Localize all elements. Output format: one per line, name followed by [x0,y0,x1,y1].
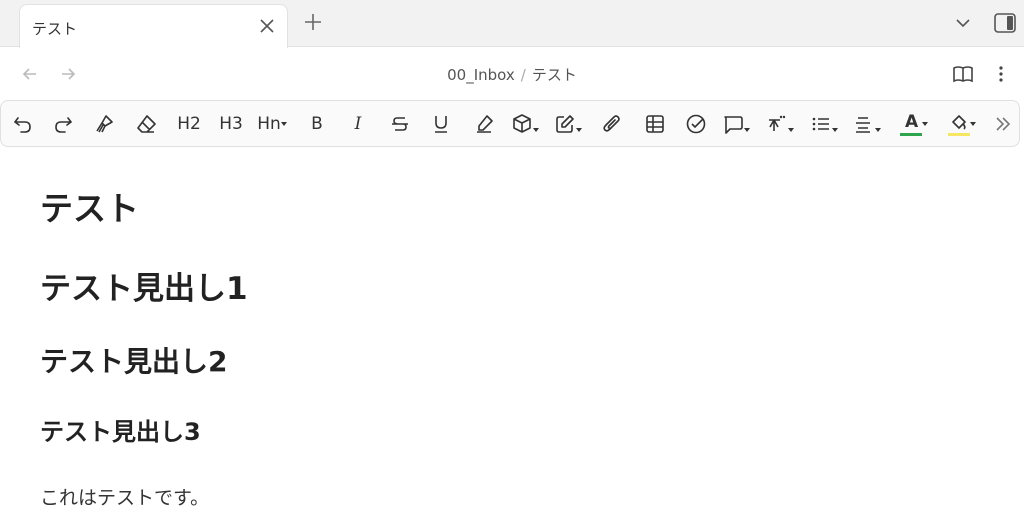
checkbox-circle-icon[interactable] [683,111,709,137]
heading-3[interactable]: テスト見出し3 [40,420,201,444]
heading-n-button[interactable]: Hn [255,111,289,137]
redo-icon[interactable] [50,111,76,137]
sidebar-toggle-icon[interactable] [993,12,1017,34]
paperclip-icon[interactable] [599,111,625,137]
formatting-toolbar: H2 H3 Hn B I A [0,100,1020,147]
dropdown-caret-icon [280,122,287,126]
book-open-icon[interactable] [952,64,974,84]
nav-header: 00_Inbox / テスト [0,48,1024,100]
dropdown-caret-icon [922,122,928,126]
bold-button[interactable]: B [304,111,330,137]
eraser-icon[interactable] [133,111,159,137]
more-vertical-icon[interactable] [994,64,1008,84]
text-color-label: A [905,112,919,132]
format-painter-icon[interactable] [91,111,117,137]
plus-icon[interactable] [302,11,324,33]
highlighter-icon[interactable] [471,111,497,137]
highlight-color-button[interactable] [945,111,979,137]
undo-icon[interactable] [10,111,36,137]
heading-n-label: Hn [257,114,281,134]
align-icon[interactable] [850,111,884,137]
strikethrough-icon[interactable] [387,111,413,137]
tab-title: テスト [32,20,78,38]
breadcrumb-separator: / [520,66,526,84]
tab-bar: テスト [0,0,1024,48]
callout-icon[interactable] [719,111,753,137]
tab-active[interactable]: テスト [19,4,288,48]
text-color-bar [900,133,922,136]
edit-note-icon[interactable] [551,111,585,137]
highlight-color-swatch [948,111,970,137]
editor-content[interactable]: テスト テスト見出し1 テスト見出し2 テスト見出し3 これはテストです。 [0,148,1024,527]
breadcrumb-folder[interactable]: 00_Inbox [447,66,515,84]
italic-button[interactable]: I [345,111,371,137]
heading-1[interactable]: テスト見出し1 [40,274,248,305]
chevron-down-icon[interactable] [955,15,971,31]
table-icon[interactable] [642,111,668,137]
breadcrumb-note[interactable]: テスト [532,66,577,84]
highlight-color-bar [948,133,970,136]
ruby-text-icon[interactable] [763,111,797,137]
close-icon[interactable] [258,17,276,35]
list-icon[interactable] [807,111,841,137]
breadcrumb: 00_Inbox / テスト [0,64,1024,85]
text-color-button[interactable]: A [897,111,931,137]
text-color-swatch: A [900,111,922,137]
embed-block-icon[interactable] [508,111,542,137]
heading-3-button[interactable]: H3 [217,111,245,137]
heading-2-button[interactable]: H2 [175,111,203,137]
dropdown-caret-icon [970,122,976,126]
heading-2[interactable]: テスト見出し2 [40,348,227,376]
paragraph[interactable]: これはテストです。 [40,489,209,508]
note-title[interactable]: テスト [40,192,139,225]
underline-icon[interactable] [428,111,454,137]
paint-bucket-icon [952,115,966,130]
double-chevron-right-icon[interactable] [991,111,1015,137]
